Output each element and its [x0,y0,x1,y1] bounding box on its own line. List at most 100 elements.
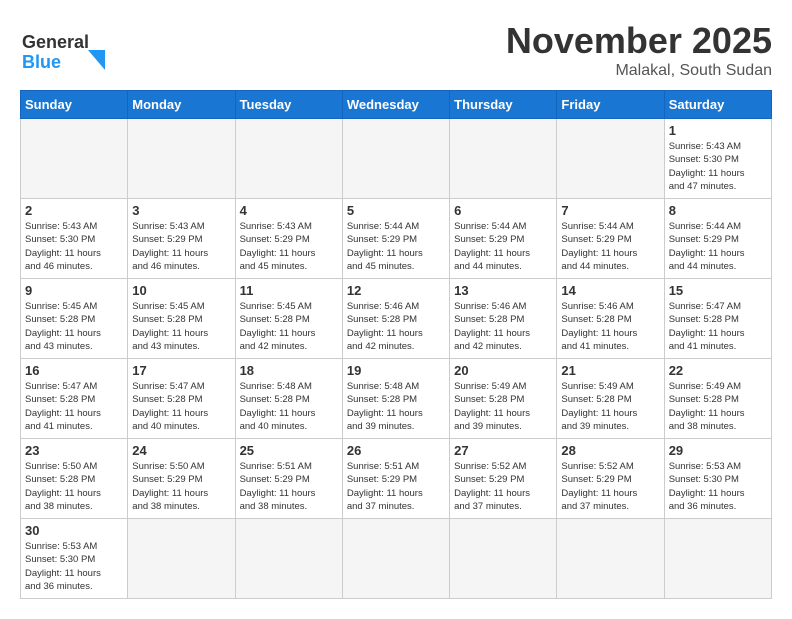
weekday-header-row: Sunday Monday Tuesday Wednesday Thursday… [21,91,772,119]
day-info: Sunrise: 5:49 AM Sunset: 5:28 PM Dayligh… [454,380,552,433]
table-row: 12 Sunrise: 5:46 AM Sunset: 5:28 PM Dayli… [342,279,449,359]
day-info: Sunrise: 5:43 AM Sunset: 5:29 PM Dayligh… [132,220,230,273]
day-info: Sunrise: 5:47 AM Sunset: 5:28 PM Dayligh… [132,380,230,433]
day-info: Sunrise: 5:45 AM Sunset: 5:28 PM Dayligh… [240,300,338,353]
day-number: 3 [132,203,230,218]
day-number: 21 [561,363,659,378]
table-row: 28 Sunrise: 5:52 AM Sunset: 5:29 PM Dayli… [557,439,664,519]
table-row: 27Sunrise: 5:52 AM Sunset: 5:29 PM Dayli… [450,439,557,519]
table-row: 1 Sunrise: 5:43 AM Sunset: 5:30 PM Daylig… [664,119,771,199]
table-row: 11 Sunrise: 5:45 AM Sunset: 5:28 PM Dayli… [235,279,342,359]
header-tuesday: Tuesday [235,91,342,119]
day-info: Sunrise: 5:51 AM Sunset: 5:29 PM Dayligh… [240,460,338,513]
day-number: 17 [132,363,230,378]
header-thursday: Thursday [450,91,557,119]
day-number: 23 [25,443,123,458]
table-row: 24 Sunrise: 5:50 AM Sunset: 5:29 PM Dayli… [128,439,235,519]
table-row: 5Sunrise: 5:44 AM Sunset: 5:29 PM Daylig… [342,199,449,279]
day-info: Sunrise: 5:51 AM Sunset: 5:29 PM Dayligh… [347,460,445,513]
table-row: 7 Sunrise: 5:44 AM Sunset: 5:29 PM Daylig… [557,199,664,279]
day-number: 14 [561,283,659,298]
day-info: Sunrise: 5:53 AM Sunset: 5:30 PM Dayligh… [669,460,767,513]
day-info: Sunrise: 5:43 AM Sunset: 5:30 PM Dayligh… [25,220,123,273]
day-number: 25 [240,443,338,458]
day-info: Sunrise: 5:44 AM Sunset: 5:29 PM Dayligh… [454,220,552,273]
table-row: 6 Sunrise: 5:44 AM Sunset: 5:29 PM Daylig… [450,199,557,279]
header: General Blue November 2025 Malakal, Sout… [20,20,772,80]
table-row: 8Sunrise: 5:44 AM Sunset: 5:29 PM Daylig… [664,199,771,279]
day-info: Sunrise: 5:49 AM Sunset: 5:28 PM Dayligh… [669,380,767,433]
day-number: 7 [561,203,659,218]
day-info: Sunrise: 5:46 AM Sunset: 5:28 PM Dayligh… [347,300,445,353]
day-info: Sunrise: 5:52 AM Sunset: 5:29 PM Dayligh… [454,460,552,513]
day-info: Sunrise: 5:43 AM Sunset: 5:29 PM Dayligh… [240,220,338,273]
day-info: Sunrise: 5:47 AM Sunset: 5:28 PM Dayligh… [669,300,767,353]
table-row: 9 Sunrise: 5:45 AM Sunset: 5:28 PM Daylig… [21,279,128,359]
day-info: Sunrise: 5:47 AM Sunset: 5:28 PM Dayligh… [25,380,123,433]
day-info: Sunrise: 5:43 AM Sunset: 5:30 PM Dayligh… [669,140,767,193]
calendar-row: 9 Sunrise: 5:45 AM Sunset: 5:28 PM Daylig… [21,279,772,359]
day-info: Sunrise: 5:48 AM Sunset: 5:28 PM Dayligh… [347,380,445,433]
day-number: 24 [132,443,230,458]
day-number: 12 [347,283,445,298]
day-info: Sunrise: 5:45 AM Sunset: 5:28 PM Dayligh… [25,300,123,353]
day-number: 20 [454,363,552,378]
day-info: Sunrise: 5:45 AM Sunset: 5:28 PM Dayligh… [132,300,230,353]
day-number: 4 [240,203,338,218]
day-number: 28 [561,443,659,458]
table-row: 16 Sunrise: 5:47 AM Sunset: 5:28 PM Dayli… [21,359,128,439]
table-row [342,119,449,199]
month-title: November 2025 [506,20,772,62]
day-info: Sunrise: 5:44 AM Sunset: 5:29 PM Dayligh… [561,220,659,273]
day-info: Sunrise: 5:46 AM Sunset: 5:28 PM Dayligh… [454,300,552,353]
table-row [128,119,235,199]
day-number: 16 [25,363,123,378]
day-info: Sunrise: 5:53 AM Sunset: 5:30 PM Dayligh… [25,540,123,593]
table-row [450,119,557,199]
table-row: 3 Sunrise: 5:43 AM Sunset: 5:29 PM Daylig… [128,199,235,279]
title-area: November 2025 Malakal, South Sudan [506,20,772,80]
day-number: 8 [669,203,767,218]
svg-text:General: General [22,32,89,52]
day-info: Sunrise: 5:50 AM Sunset: 5:29 PM Dayligh… [132,460,230,513]
day-number: 9 [25,283,123,298]
table-row: 19Sunrise: 5:48 AM Sunset: 5:28 PM Dayli… [342,359,449,439]
day-number: 18 [240,363,338,378]
table-row: 20 Sunrise: 5:49 AM Sunset: 5:28 PM Dayli… [450,359,557,439]
calendar-row: 16 Sunrise: 5:47 AM Sunset: 5:28 PM Dayli… [21,359,772,439]
day-info: Sunrise: 5:48 AM Sunset: 5:28 PM Dayligh… [240,380,338,433]
calendar-row: 30Sunrise: 5:53 AM Sunset: 5:30 PM Dayli… [21,519,772,599]
table-row [557,519,664,599]
table-row: 29 Sunrise: 5:53 AM Sunset: 5:30 PM Dayli… [664,439,771,519]
calendar-table: Sunday Monday Tuesday Wednesday Thursday… [20,90,772,599]
table-row [21,119,128,199]
day-info: Sunrise: 5:46 AM Sunset: 5:28 PM Dayligh… [561,300,659,353]
day-number: 22 [669,363,767,378]
table-row: 10Sunrise: 5:45 AM Sunset: 5:28 PM Dayli… [128,279,235,359]
day-number: 11 [240,283,338,298]
day-number: 1 [669,123,767,138]
day-info: Sunrise: 5:52 AM Sunset: 5:29 PM Dayligh… [561,460,659,513]
table-row [664,519,771,599]
header-saturday: Saturday [664,91,771,119]
logo-svg: General Blue [20,20,120,75]
table-row [557,119,664,199]
table-row [235,119,342,199]
logo: General Blue [20,20,120,75]
day-info: Sunrise: 5:50 AM Sunset: 5:28 PM Dayligh… [25,460,123,513]
table-row: 21Sunrise: 5:49 AM Sunset: 5:28 PM Dayli… [557,359,664,439]
header-sunday: Sunday [21,91,128,119]
table-row: 25 Sunrise: 5:51 AM Sunset: 5:29 PM Dayli… [235,439,342,519]
header-monday: Monday [128,91,235,119]
day-number: 6 [454,203,552,218]
header-friday: Friday [557,91,664,119]
table-row: 23 Sunrise: 5:50 AM Sunset: 5:28 PM Dayli… [21,439,128,519]
table-row: 26Sunrise: 5:51 AM Sunset: 5:29 PM Dayli… [342,439,449,519]
day-number: 2 [25,203,123,218]
header-wednesday: Wednesday [342,91,449,119]
day-number: 13 [454,283,552,298]
table-row: 17 Sunrise: 5:47 AM Sunset: 5:28 PM Dayli… [128,359,235,439]
svg-text:Blue: Blue [22,52,61,72]
day-number: 29 [669,443,767,458]
day-number: 5 [347,203,445,218]
